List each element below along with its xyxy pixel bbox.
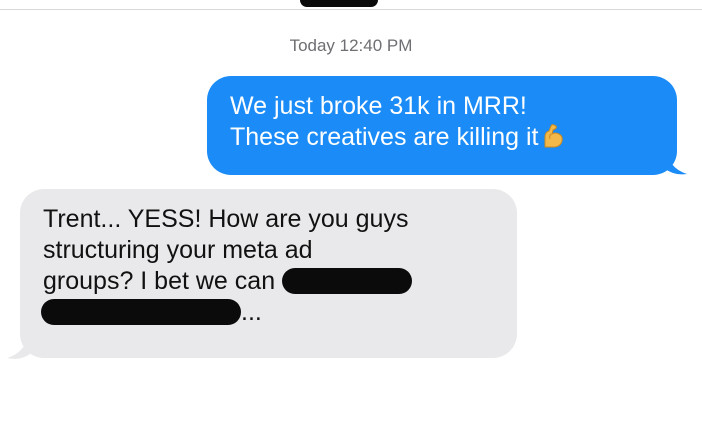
message-line-with-emoji: These creatives are killing it	[230, 122, 657, 157]
message-line-redacted: ...	[41, 297, 499, 328]
top-divider	[0, 9, 702, 10]
message-line-text: groups? I bet we can	[43, 267, 276, 295]
outgoing-message-bubble[interactable]: We just broke 31k in MRR! These creative…	[207, 76, 677, 175]
incoming-message-bubble[interactable]: Trent... YESS! How are you guys structur…	[20, 189, 517, 358]
message-line: Trent... YESS! How are you guys	[43, 205, 409, 233]
redacted-text-block	[282, 268, 413, 294]
message-line-redacted: groups? I bet we can	[43, 266, 499, 297]
incoming-bubble-tail	[7, 334, 30, 359]
redacted-text-block	[41, 299, 241, 325]
message-timestamp: Today 12:40 PM	[289, 36, 413, 55]
outgoing-bubble-tail	[664, 148, 687, 175]
message-line: We just broke 31k in MRR!	[230, 92, 527, 120]
message-ellipsis: ...	[241, 298, 262, 326]
flexed-biceps-icon	[540, 123, 566, 157]
message-line-text: These creatives are killing it	[230, 123, 539, 151]
message-line: structuring your meta ad	[43, 236, 313, 264]
redaction-mark	[300, 0, 378, 7]
